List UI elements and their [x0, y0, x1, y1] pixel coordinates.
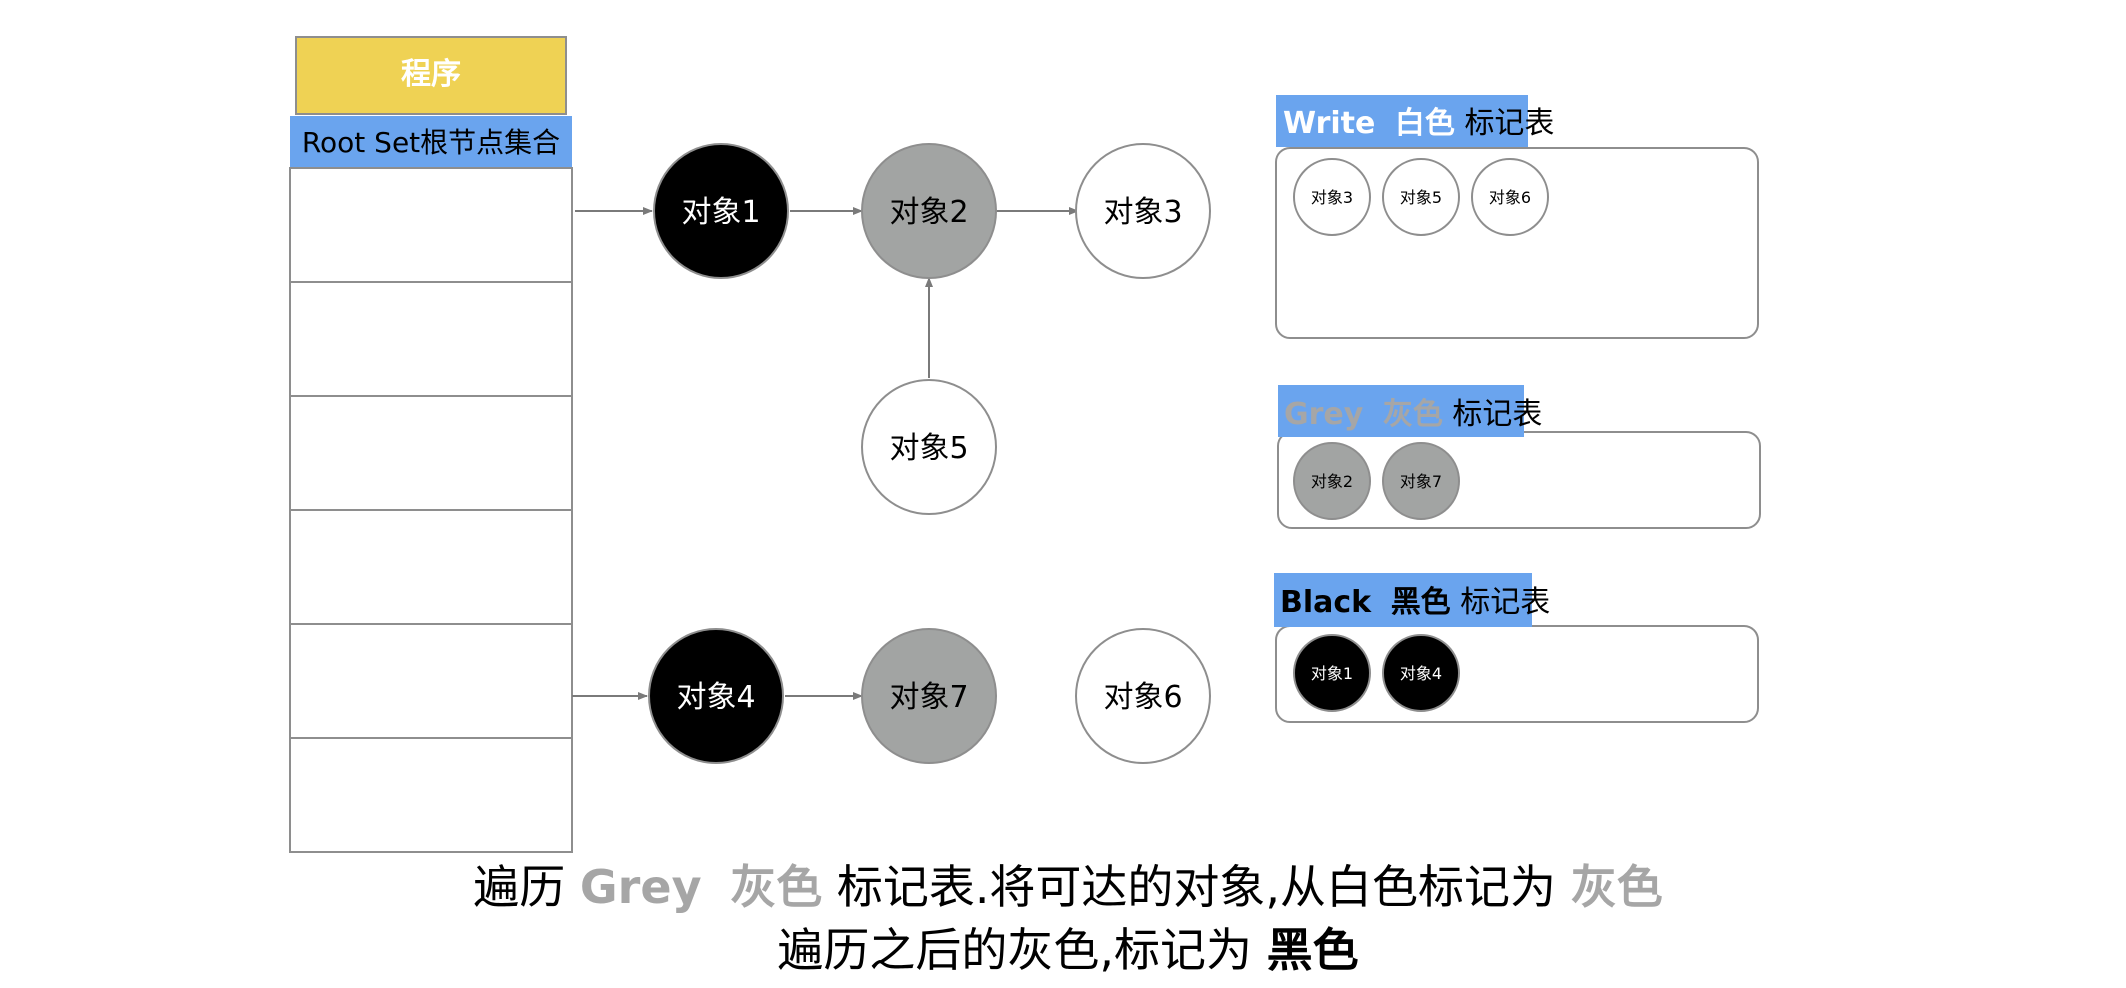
black-table-items: 对象1 对象4	[1293, 634, 1460, 712]
object-node-2: 对象2	[861, 143, 997, 279]
caption-line-2-prefix: 遍历之后的灰色,标记为	[777, 923, 1252, 977]
black-table-item: 对象1	[1293, 634, 1371, 712]
white-table-items: 对象3 对象5 对象6	[1293, 158, 1549, 236]
root-set-slot-2	[289, 281, 573, 397]
white-table-title-color: 白色	[1395, 106, 1455, 141]
gc-marking-diagram: 程序 Root Set根节点集合 对象1 对象2 对象3 对象5 对象4 对象7 对象6 W…	[289, 36, 1761, 977]
object-node-label: 对象6	[1103, 680, 1182, 715]
grey-table-item-label: 对象2	[1311, 472, 1353, 491]
black-table-item-label: 对象4	[1400, 664, 1442, 683]
white-table-title: Write 白色 标记表	[1283, 106, 1554, 141]
caption-line-2-black-end: 黑色	[1267, 923, 1359, 977]
black-table-item-label: 对象1	[1311, 664, 1353, 683]
object-node-label: 对象4	[676, 680, 755, 715]
object-node-3: 对象3	[1075, 143, 1211, 279]
caption-line-2: 遍历之后的灰色,标记为 黑色	[777, 923, 1358, 977]
object-node-5: 对象5	[861, 379, 997, 515]
root-set-slot-6	[289, 737, 573, 853]
grey-table-item: 对象7	[1382, 442, 1460, 520]
caption-line-1-grey-end: 灰色	[1571, 860, 1663, 914]
object-node-1: 对象1	[653, 143, 789, 279]
program-label: 程序	[401, 57, 461, 92]
grey-table-item: 对象2	[1293, 442, 1371, 520]
edges	[572, 207, 1079, 700]
object-node-label: 对象7	[889, 680, 968, 715]
caption-line-1-grey-en: Grey	[580, 860, 702, 914]
caption-line-1-grey-cn: 灰色	[730, 860, 822, 914]
white-table-item: 对象5	[1382, 158, 1460, 236]
root-set-slot-4	[289, 509, 573, 625]
grey-table-items: 对象2 对象7	[1293, 442, 1460, 520]
caption-line-1: 遍历 Grey 灰色 标记表.将可达的对象,从白色标记为 灰色	[473, 860, 1662, 914]
object-node-label: 对象2	[889, 195, 968, 230]
black-mark-table: Black 黑色 标记表 对象1 对象4	[1274, 573, 1759, 723]
black-table-title: Black 黑色 标记表	[1280, 585, 1550, 620]
object-nodes: 对象1 对象2 对象3 对象5 对象4 对象7 对象6	[648, 143, 1211, 764]
caption: 遍历 Grey 灰色 标记表.将可达的对象,从白色标记为 灰色 遍历之后的灰色,…	[473, 860, 1662, 977]
black-table-title-color: 黑色	[1391, 585, 1451, 620]
grey-table-item-label: 对象7	[1400, 472, 1442, 491]
root-set-label: Root Set根节点集合	[302, 126, 560, 159]
grey-table-title-en: Grey	[1284, 397, 1364, 432]
object-node-label: 对象3	[1103, 195, 1182, 230]
root-set-slot-1	[289, 167, 573, 283]
white-table-item: 对象6	[1471, 158, 1549, 236]
program-box: 程序	[295, 36, 567, 115]
black-table-title-suffix: 标记表	[1460, 585, 1550, 620]
grey-table-title: Grey 灰色 标记表	[1284, 397, 1542, 432]
grey-table-title-suffix: 标记表	[1452, 397, 1542, 432]
white-table-item-label: 对象6	[1489, 188, 1531, 207]
root-set-header: Root Set根节点集合	[290, 116, 572, 168]
object-node-7: 对象7	[861, 628, 997, 764]
object-node-6: 对象6	[1075, 628, 1211, 764]
white-table-item-label: 对象5	[1400, 188, 1442, 207]
white-table-item: 对象3	[1293, 158, 1371, 236]
root-set-slot-3	[289, 395, 573, 511]
caption-line-1-prefix: 遍历	[473, 860, 565, 914]
white-mark-table: Write 白色 标记表 对象3 对象5 对象6	[1275, 95, 1759, 339]
object-node-label: 对象1	[681, 195, 760, 230]
root-set-slots	[289, 167, 573, 853]
grey-mark-table: Grey 灰色 标记表 对象2 对象7	[1277, 385, 1761, 529]
white-table-item-label: 对象3	[1311, 188, 1353, 207]
white-table-title-en: Write	[1283, 106, 1375, 141]
black-table-title-en: Black	[1280, 585, 1372, 620]
object-node-label: 对象5	[889, 431, 968, 466]
grey-table-title-color: 灰色	[1383, 397, 1443, 432]
object-node-4: 对象4	[648, 628, 784, 764]
caption-line-1-middle: 标记表.将可达的对象,从白色标记为	[837, 860, 1556, 914]
white-table-title-suffix: 标记表	[1464, 106, 1554, 141]
root-set-slot-5	[289, 623, 573, 739]
black-table-item: 对象4	[1382, 634, 1460, 712]
